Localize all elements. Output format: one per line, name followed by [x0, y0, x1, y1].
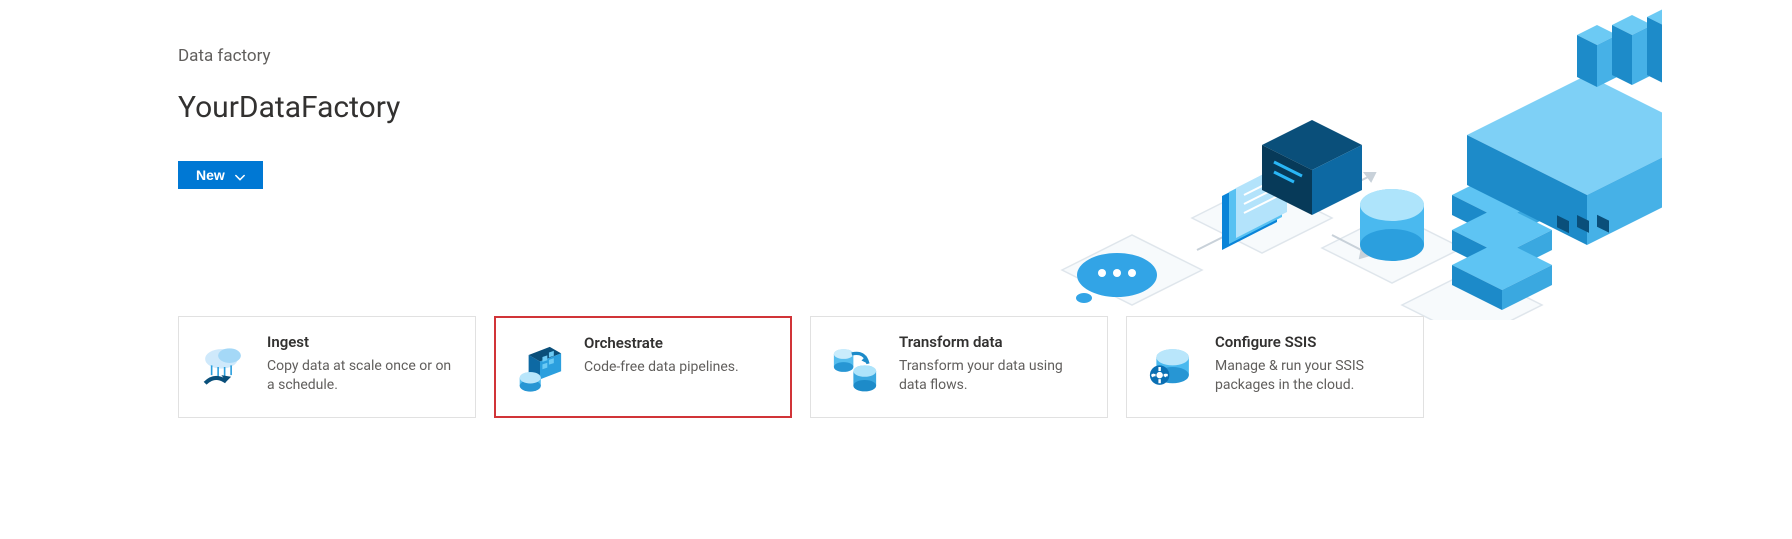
card-transform[interactable]: Transform data Transform your data using…	[810, 316, 1108, 418]
hero-illustration	[1022, 0, 1662, 320]
card-text: Ingest Copy data at scale once or on a s…	[267, 333, 461, 395]
data-factory-home: Data factory YourDataFactory New	[0, 0, 1792, 539]
card-title: Configure SSIS	[1215, 333, 1409, 351]
card-ssis[interactable]: Configure SSIS Manage & run your SSIS pa…	[1126, 316, 1424, 418]
ingest-icon	[193, 337, 253, 397]
breadcrumb: Data factory	[178, 46, 400, 66]
card-text: Configure SSIS Manage & run your SSIS pa…	[1215, 333, 1409, 395]
new-button-label: New	[196, 167, 225, 183]
card-title: Transform data	[899, 333, 1093, 351]
card-description: Transform your data using data flows.	[899, 357, 1093, 395]
transform-icon	[825, 337, 885, 397]
card-text: Orchestrate Code-free data pipelines.	[584, 334, 739, 377]
card-description: Manage & run your SSIS packages in the c…	[1215, 357, 1409, 395]
card-description: Copy data at scale once or on a schedule…	[267, 357, 461, 395]
card-title: Orchestrate	[584, 334, 739, 352]
card-ingest[interactable]: Ingest Copy data at scale once or on a s…	[178, 316, 476, 418]
chevron-down-icon	[235, 170, 245, 180]
orchestrate-icon	[510, 338, 570, 398]
new-button[interactable]: New	[178, 161, 263, 189]
card-orchestrate[interactable]: Orchestrate Code-free data pipelines.	[494, 316, 792, 418]
card-description: Code-free data pipelines.	[584, 358, 739, 377]
card-text: Transform data Transform your data using…	[899, 333, 1093, 395]
card-title: Ingest	[267, 333, 461, 351]
header: Data factory YourDataFactory New	[178, 46, 400, 189]
cards-row: Ingest Copy data at scale once or on a s…	[178, 316, 1424, 418]
ssis-icon	[1141, 337, 1201, 397]
page-title: YourDataFactory	[178, 90, 400, 125]
